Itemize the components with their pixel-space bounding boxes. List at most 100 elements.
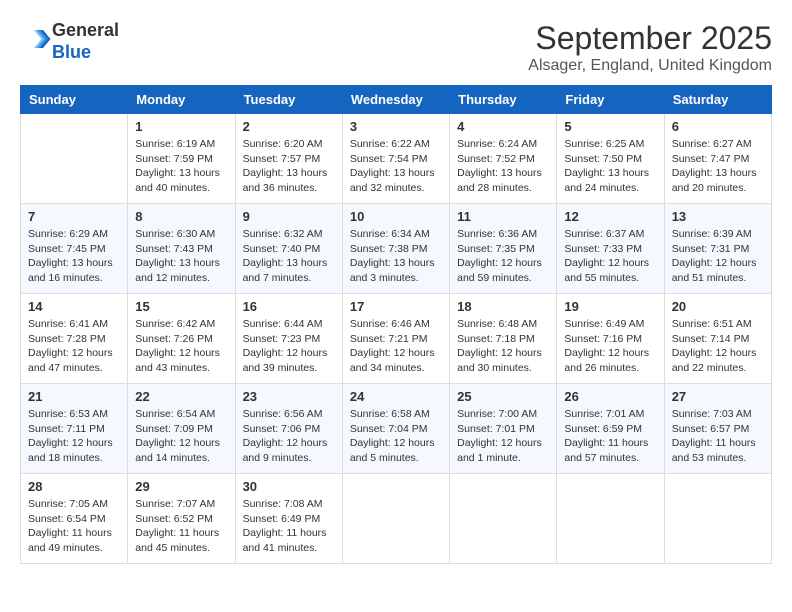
day-detail: Sunrise: 6:30 AM Sunset: 7:43 PM Dayligh…: [135, 227, 227, 286]
col-header-monday: Monday: [128, 86, 235, 114]
sunset-text: Sunset: 7:59 PM: [135, 152, 227, 167]
sunrise-text: Sunrise: 6:42 AM: [135, 317, 227, 332]
day-number: 18: [457, 299, 549, 314]
daylight-text: Daylight: 11 hours and 49 minutes.: [28, 526, 120, 555]
day-detail: Sunrise: 6:39 AM Sunset: 7:31 PM Dayligh…: [672, 227, 764, 286]
day-number: 30: [243, 479, 335, 494]
sunrise-text: Sunrise: 6:58 AM: [350, 407, 442, 422]
col-header-tuesday: Tuesday: [235, 86, 342, 114]
day-number: 29: [135, 479, 227, 494]
calendar-cell: 7 Sunrise: 6:29 AM Sunset: 7:45 PM Dayli…: [21, 204, 128, 294]
sunrise-text: Sunrise: 6:27 AM: [672, 137, 764, 152]
location: Alsager, England, United Kingdom: [528, 57, 772, 75]
sunset-text: Sunset: 7:54 PM: [350, 152, 442, 167]
sunset-text: Sunset: 7:23 PM: [243, 332, 335, 347]
day-number: 23: [243, 389, 335, 404]
daylight-text: Daylight: 12 hours and 59 minutes.: [457, 256, 549, 285]
calendar-cell: 4 Sunrise: 6:24 AM Sunset: 7:52 PM Dayli…: [450, 114, 557, 204]
sunrise-text: Sunrise: 6:19 AM: [135, 137, 227, 152]
logo: General Blue: [20, 20, 119, 63]
day-number: 7: [28, 209, 120, 224]
day-detail: Sunrise: 7:03 AM Sunset: 6:57 PM Dayligh…: [672, 407, 764, 466]
calendar-week-row: 21 Sunrise: 6:53 AM Sunset: 7:11 PM Dayl…: [21, 384, 772, 474]
day-detail: Sunrise: 6:51 AM Sunset: 7:14 PM Dayligh…: [672, 317, 764, 376]
day-number: 15: [135, 299, 227, 314]
day-number: 3: [350, 119, 442, 134]
calendar-cell: 12 Sunrise: 6:37 AM Sunset: 7:33 PM Dayl…: [557, 204, 664, 294]
calendar-cell: [21, 114, 128, 204]
calendar-cell: 9 Sunrise: 6:32 AM Sunset: 7:40 PM Dayli…: [235, 204, 342, 294]
day-number: 9: [243, 209, 335, 224]
daylight-text: Daylight: 12 hours and 18 minutes.: [28, 436, 120, 465]
sunrise-text: Sunrise: 6:24 AM: [457, 137, 549, 152]
sunset-text: Sunset: 7:38 PM: [350, 242, 442, 257]
daylight-text: Daylight: 13 hours and 28 minutes.: [457, 166, 549, 195]
logo-blue: Blue: [52, 42, 119, 64]
day-detail: Sunrise: 6:56 AM Sunset: 7:06 PM Dayligh…: [243, 407, 335, 466]
day-number: 24: [350, 389, 442, 404]
calendar-cell: [664, 474, 771, 564]
sunset-text: Sunset: 6:49 PM: [243, 512, 335, 527]
sunset-text: Sunset: 7:04 PM: [350, 422, 442, 437]
sunset-text: Sunset: 7:16 PM: [564, 332, 656, 347]
day-number: 10: [350, 209, 442, 224]
calendar-cell: 29 Sunrise: 7:07 AM Sunset: 6:52 PM Dayl…: [128, 474, 235, 564]
calendar-cell: 28 Sunrise: 7:05 AM Sunset: 6:54 PM Dayl…: [21, 474, 128, 564]
day-number: 6: [672, 119, 764, 134]
day-detail: Sunrise: 6:29 AM Sunset: 7:45 PM Dayligh…: [28, 227, 120, 286]
calendar-cell: [557, 474, 664, 564]
sunrise-text: Sunrise: 7:05 AM: [28, 497, 120, 512]
calendar-week-row: 1 Sunrise: 6:19 AM Sunset: 7:59 PM Dayli…: [21, 114, 772, 204]
calendar-cell: 20 Sunrise: 6:51 AM Sunset: 7:14 PM Dayl…: [664, 294, 771, 384]
sunset-text: Sunset: 7:28 PM: [28, 332, 120, 347]
day-detail: Sunrise: 7:05 AM Sunset: 6:54 PM Dayligh…: [28, 497, 120, 556]
sunset-text: Sunset: 7:35 PM: [457, 242, 549, 257]
daylight-text: Daylight: 11 hours and 57 minutes.: [564, 436, 656, 465]
day-number: 28: [28, 479, 120, 494]
col-header-thursday: Thursday: [450, 86, 557, 114]
day-detail: Sunrise: 6:41 AM Sunset: 7:28 PM Dayligh…: [28, 317, 120, 376]
day-detail: Sunrise: 6:49 AM Sunset: 7:16 PM Dayligh…: [564, 317, 656, 376]
daylight-text: Daylight: 11 hours and 53 minutes.: [672, 436, 764, 465]
day-number: 2: [243, 119, 335, 134]
daylight-text: Daylight: 12 hours and 43 minutes.: [135, 346, 227, 375]
sunset-text: Sunset: 7:50 PM: [564, 152, 656, 167]
sunset-text: Sunset: 7:06 PM: [243, 422, 335, 437]
calendar-cell: [450, 474, 557, 564]
daylight-text: Daylight: 13 hours and 40 minutes.: [135, 166, 227, 195]
day-number: 22: [135, 389, 227, 404]
sunrise-text: Sunrise: 7:03 AM: [672, 407, 764, 422]
sunrise-text: Sunrise: 6:30 AM: [135, 227, 227, 242]
sunset-text: Sunset: 7:11 PM: [28, 422, 120, 437]
day-detail: Sunrise: 6:54 AM Sunset: 7:09 PM Dayligh…: [135, 407, 227, 466]
day-detail: Sunrise: 6:44 AM Sunset: 7:23 PM Dayligh…: [243, 317, 335, 376]
day-detail: Sunrise: 7:07 AM Sunset: 6:52 PM Dayligh…: [135, 497, 227, 556]
sunset-text: Sunset: 7:52 PM: [457, 152, 549, 167]
daylight-text: Daylight: 13 hours and 24 minutes.: [564, 166, 656, 195]
day-number: 1: [135, 119, 227, 134]
calendar-cell: 23 Sunrise: 6:56 AM Sunset: 7:06 PM Dayl…: [235, 384, 342, 474]
calendar-cell: 3 Sunrise: 6:22 AM Sunset: 7:54 PM Dayli…: [342, 114, 449, 204]
day-detail: Sunrise: 6:48 AM Sunset: 7:18 PM Dayligh…: [457, 317, 549, 376]
calendar-cell: 1 Sunrise: 6:19 AM Sunset: 7:59 PM Dayli…: [128, 114, 235, 204]
sunset-text: Sunset: 6:57 PM: [672, 422, 764, 437]
daylight-text: Daylight: 13 hours and 36 minutes.: [243, 166, 335, 195]
day-detail: Sunrise: 6:36 AM Sunset: 7:35 PM Dayligh…: [457, 227, 549, 286]
sunset-text: Sunset: 7:43 PM: [135, 242, 227, 257]
sunrise-text: Sunrise: 6:41 AM: [28, 317, 120, 332]
calendar-cell: [342, 474, 449, 564]
sunrise-text: Sunrise: 6:51 AM: [672, 317, 764, 332]
calendar-header-row: SundayMondayTuesdayWednesdayThursdayFrid…: [21, 86, 772, 114]
day-number: 5: [564, 119, 656, 134]
col-header-wednesday: Wednesday: [342, 86, 449, 114]
sunrise-text: Sunrise: 7:00 AM: [457, 407, 549, 422]
calendar-cell: 17 Sunrise: 6:46 AM Sunset: 7:21 PM Dayl…: [342, 294, 449, 384]
calendar-cell: 6 Sunrise: 6:27 AM Sunset: 7:47 PM Dayli…: [664, 114, 771, 204]
sunrise-text: Sunrise: 6:54 AM: [135, 407, 227, 422]
day-number: 25: [457, 389, 549, 404]
sunset-text: Sunset: 7:47 PM: [672, 152, 764, 167]
daylight-text: Daylight: 12 hours and 39 minutes.: [243, 346, 335, 375]
title-section: September 2025 Alsager, England, United …: [528, 20, 772, 75]
day-detail: Sunrise: 6:46 AM Sunset: 7:21 PM Dayligh…: [350, 317, 442, 376]
month-title: September 2025: [528, 20, 772, 57]
